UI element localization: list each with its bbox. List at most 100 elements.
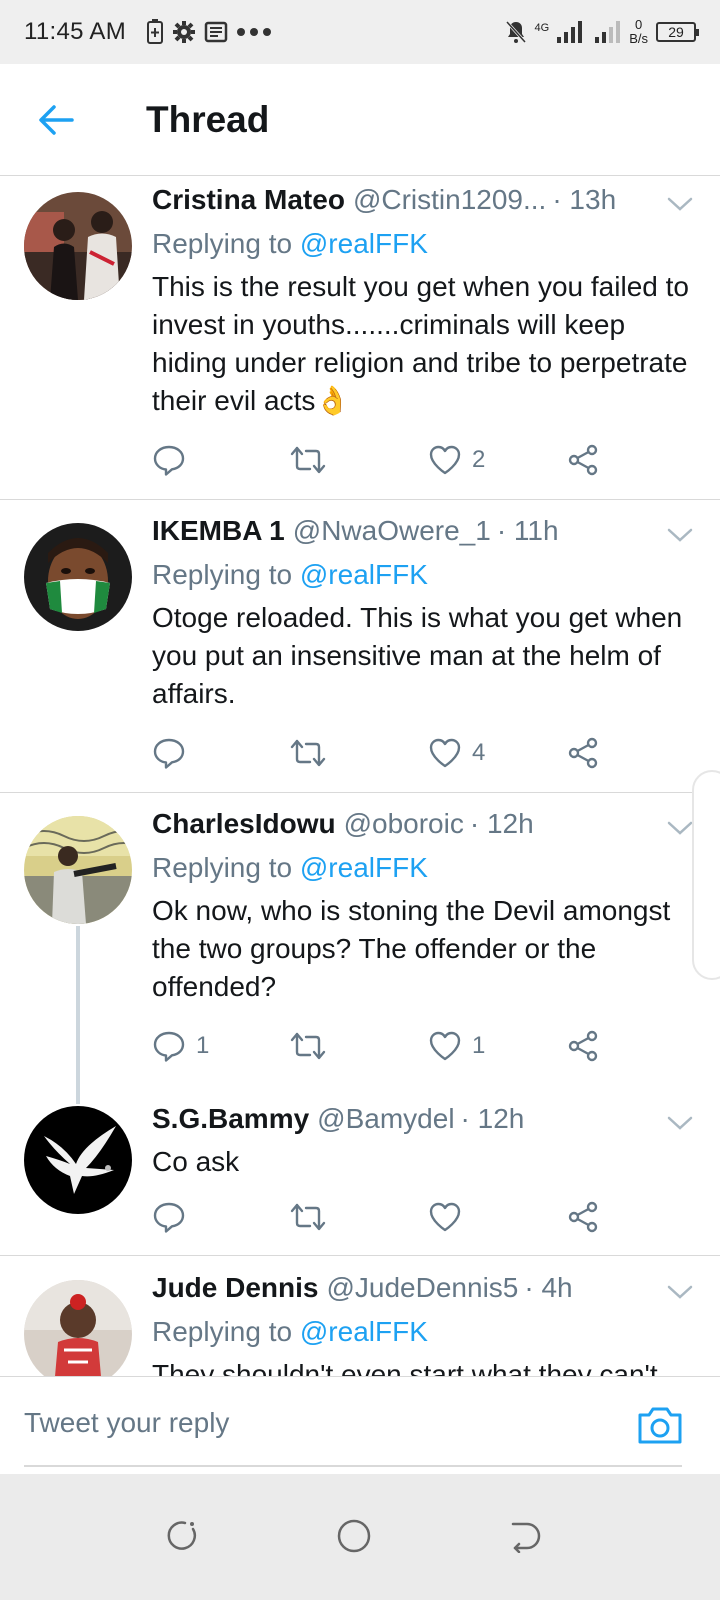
mention-link[interactable]: @realFFK xyxy=(300,1316,428,1347)
reply-button[interactable] xyxy=(152,440,196,480)
author-handle[interactable]: @oboroic xyxy=(344,808,464,840)
avatar[interactable] xyxy=(24,523,132,631)
mention-link[interactable]: @realFFK xyxy=(300,852,428,883)
tweet-actions xyxy=(152,1197,612,1237)
tweet[interactable]: S.G.Bammy @Bamydel · 12h Co ask xyxy=(0,1093,720,1256)
reply-input[interactable] xyxy=(24,1391,604,1455)
avatar[interactable] xyxy=(24,816,132,924)
reply-bubble-icon xyxy=(153,1031,185,1062)
author-handle[interactable]: @JudeDennis5 xyxy=(326,1272,518,1304)
reply-bubble-icon xyxy=(153,1202,185,1233)
mention-link[interactable]: @realFFK xyxy=(300,228,428,259)
replying-to: Replying to @realFFK xyxy=(152,1316,428,1347)
tweet-menu-button[interactable] xyxy=(660,197,700,211)
battery-icon: 29 xyxy=(656,22,699,42)
back-nav-icon xyxy=(511,1522,541,1553)
home-button[interactable] xyxy=(318,1500,390,1572)
share-icon xyxy=(568,737,598,769)
replying-to: Replying to @realFFK xyxy=(152,852,428,883)
chevron-down-icon xyxy=(667,821,693,835)
mention-link[interactable]: @realFFK xyxy=(300,559,428,590)
heart-icon xyxy=(429,1031,461,1061)
author-name[interactable]: S.G.Bammy xyxy=(152,1103,309,1135)
author-name[interactable]: Cristina Mateo xyxy=(152,184,345,216)
author-name[interactable]: IKEMBA 1 xyxy=(152,515,285,547)
tweet-menu-button[interactable] xyxy=(660,1285,700,1299)
more-dots-icon xyxy=(237,28,272,36)
tweet-time: · 12h xyxy=(469,808,534,839)
status-time: 11:45 AM xyxy=(24,18,127,45)
tweet-text: Co ask xyxy=(152,1146,240,1177)
status-system-icons: 4G 0 B/s 29 xyxy=(505,17,699,46)
composer-underline xyxy=(24,1465,682,1467)
heart-icon xyxy=(429,1202,461,1232)
back-nav-button[interactable] xyxy=(488,1500,560,1572)
reply-button[interactable] xyxy=(152,1197,196,1237)
share-button[interactable] xyxy=(566,1026,600,1066)
avatar[interactable] xyxy=(24,1280,132,1388)
chevron-down-icon xyxy=(667,1285,693,1299)
net-speed: 0 B/s xyxy=(629,17,648,46)
author-handle[interactable]: @NwaOwere_1 xyxy=(293,515,491,547)
tweet-text: This is the result you get when you fail… xyxy=(152,271,689,416)
camera-icon xyxy=(638,1407,682,1444)
back-button[interactable] xyxy=(20,84,92,156)
like-button[interactable] xyxy=(428,1197,472,1237)
retweet-button[interactable] xyxy=(288,1197,338,1237)
home-circle-icon xyxy=(337,1519,371,1553)
share-icon xyxy=(568,444,598,476)
like-button[interactable]: 4 xyxy=(428,733,485,773)
tweet[interactable]: IKEMBA 1 @NwaOwere_1 · 11h Replying to @… xyxy=(0,500,720,793)
author-name[interactable]: CharlesIdowu xyxy=(152,808,336,840)
retweet-icon xyxy=(290,1032,326,1060)
like-button[interactable]: 2 xyxy=(428,440,485,480)
camera-button[interactable] xyxy=(636,1403,684,1451)
gear-icon xyxy=(173,21,196,43)
tweet-time: · 13h xyxy=(552,184,617,215)
retweet-icon xyxy=(290,739,326,767)
tweet-actions: 1 1 xyxy=(152,1026,612,1066)
header: Thread xyxy=(0,64,720,176)
avatar[interactable] xyxy=(24,192,132,300)
share-button[interactable] xyxy=(566,733,600,773)
network-type: 4G xyxy=(534,22,550,34)
reply-button[interactable]: 1 xyxy=(152,1026,209,1066)
page-title: Thread xyxy=(146,98,270,140)
tweet-time: · 11h xyxy=(496,515,559,546)
replying-to: Replying to @realFFK xyxy=(152,559,428,590)
tweet-menu-button[interactable] xyxy=(660,1116,700,1130)
tweet-time: · 4h xyxy=(524,1272,573,1303)
author-name[interactable]: Jude Dennis xyxy=(152,1272,318,1304)
like-count: 4 xyxy=(472,739,486,766)
share-button[interactable] xyxy=(566,1197,600,1237)
tweet[interactable]: Cristina Mateo @Cristin1209... · 13h Rep… xyxy=(0,176,720,500)
side-scroll-handle[interactable] xyxy=(692,770,720,980)
reply-button[interactable] xyxy=(152,733,196,773)
thread-feed[interactable]: Cristina Mateo @Cristin1209... · 13h Rep… xyxy=(0,176,720,1402)
tweet[interactable]: CharlesIdowu @oboroic · 12h Replying to … xyxy=(0,793,720,1093)
reply-bubble-icon xyxy=(153,738,185,769)
share-icon xyxy=(568,1030,598,1062)
retweet-button[interactable] xyxy=(288,440,338,480)
system-nav-bar xyxy=(0,1474,720,1600)
share-button[interactable] xyxy=(566,440,600,480)
tweet-time: · 12h xyxy=(460,1103,525,1134)
arrow-left-icon xyxy=(39,104,74,135)
tweet-menu-button[interactable] xyxy=(660,528,700,542)
like-count: 1 xyxy=(472,1032,486,1059)
retweet-button[interactable] xyxy=(288,1026,338,1066)
heart-icon xyxy=(429,445,461,475)
like-count: 2 xyxy=(472,446,486,473)
news-icon xyxy=(204,21,228,43)
mute-bell-icon xyxy=(505,20,526,44)
author-handle[interactable]: @Cristin1209... xyxy=(353,184,546,216)
recent-apps-button[interactable] xyxy=(146,1500,218,1572)
signal-icon xyxy=(557,21,583,43)
tweet-text: Otoge reloaded. This is what you get whe… xyxy=(152,602,683,709)
avatar[interactable] xyxy=(24,1106,132,1214)
signal-icon-2 xyxy=(595,21,621,43)
like-button[interactable]: 1 xyxy=(428,1026,485,1066)
author-handle[interactable]: @Bamydel xyxy=(317,1103,454,1135)
recent-apps-icon xyxy=(167,1521,197,1550)
retweet-button[interactable] xyxy=(288,733,338,773)
